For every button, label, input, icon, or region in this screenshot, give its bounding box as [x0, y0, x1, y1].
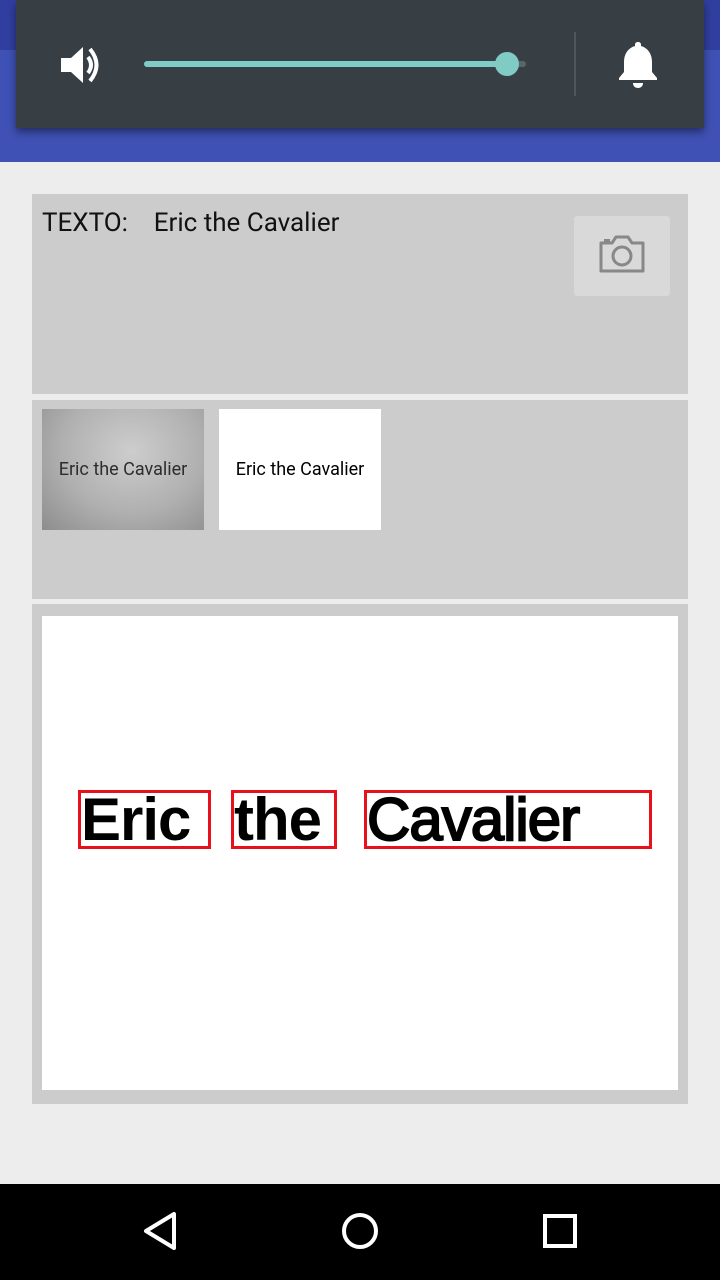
detection-result-image: Eric the Cavalier [42, 616, 678, 1090]
detection-result-card: Eric the Cavalier [32, 604, 688, 1104]
thumbnails-card: Eric the Cavalier Eric the Cavalier [32, 400, 688, 599]
texto-value: Eric the Cavalier [153, 208, 340, 238]
back-button[interactable] [135, 1208, 185, 1258]
detected-word-box: Cavalier [364, 790, 652, 849]
divider [574, 32, 576, 96]
recognized-text: TEXTO: Eric the Cavalier [42, 208, 339, 238]
recents-button[interactable] [535, 1208, 585, 1258]
camera-icon [597, 234, 647, 278]
processed-image-thumbnail[interactable]: Eric the Cavalier [219, 409, 381, 530]
volume-panel [16, 0, 704, 128]
navigation-bar [0, 1184, 720, 1280]
camera-button[interactable] [574, 216, 670, 296]
thumbnail-caption: Eric the Cavalier [58, 459, 188, 480]
detected-word-box: the [231, 790, 337, 849]
back-triangle-icon [140, 1210, 180, 1256]
volume-slider-thumb[interactable] [494, 52, 519, 76]
detected-word-box: Eric [78, 790, 211, 849]
home-circle-icon [340, 1211, 380, 1255]
recents-square-icon [542, 1213, 578, 1253]
recognized-text-card: TEXTO: Eric the Cavalier [32, 194, 688, 394]
home-button[interactable] [335, 1208, 385, 1258]
bell-icon[interactable] [612, 38, 664, 90]
original-image-thumbnail[interactable]: Eric the Cavalier [42, 409, 204, 530]
texto-label: TEXTO: [42, 208, 128, 238]
volume-slider[interactable] [144, 52, 526, 76]
volume-slider-fill [144, 61, 507, 67]
thumbnail-caption: Eric the Cavalier [235, 459, 365, 480]
speaker-icon[interactable] [56, 40, 106, 90]
